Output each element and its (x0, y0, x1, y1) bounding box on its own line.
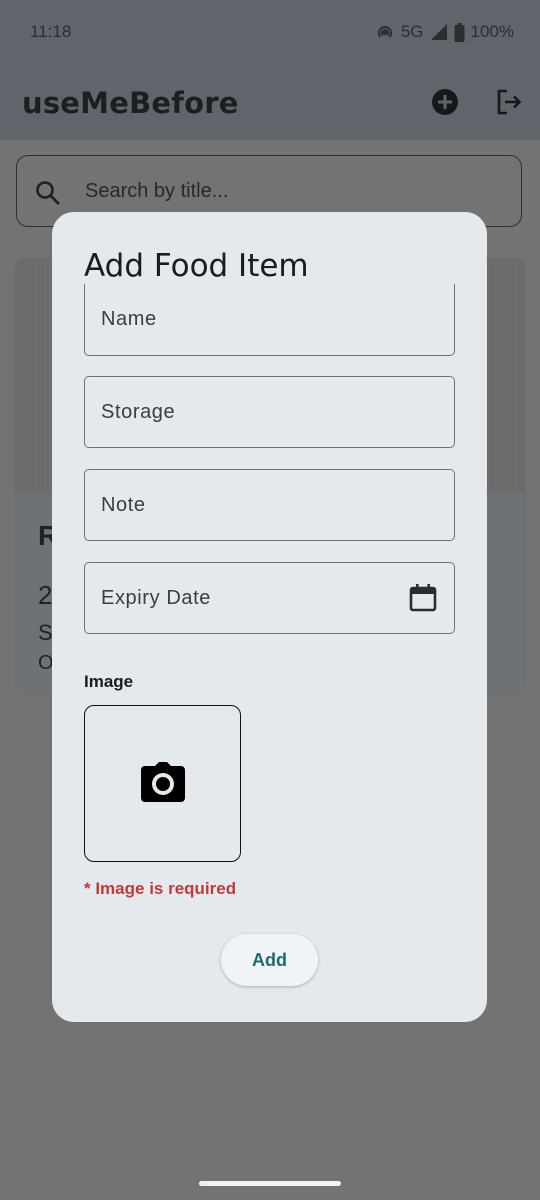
dialog-title: Add Food Item (84, 248, 309, 284)
image-required-error: * Image is required (84, 879, 237, 898)
hotspot-icon (377, 26, 392, 38)
name-field-label: Name (101, 308, 157, 330)
image-picker[interactable] (84, 705, 241, 862)
app-title: useMeBefore (22, 86, 239, 120)
status-icons: 5G 100% (375, 22, 514, 42)
search-input[interactable]: Search by title... (85, 180, 228, 203)
storage-field[interactable]: Storage (84, 376, 455, 448)
home-indicator[interactable] (199, 1181, 341, 1186)
network-label: 5G (400, 22, 424, 41)
image-label: Image (84, 672, 134, 691)
storage-field-label: Storage (101, 401, 176, 423)
note-field-label: Note (101, 494, 146, 516)
app-bar: useMeBefore (0, 64, 540, 140)
battery-icon (454, 22, 465, 42)
card-line-2: S (38, 620, 53, 645)
add-button[interactable]: Add (221, 934, 318, 986)
status-time: 11:18 (30, 22, 72, 41)
expiry-date-field-label: Expiry Date (101, 587, 211, 609)
add-food-dialog: Add Food Item Name Storage Note Expiry D… (52, 212, 487, 1022)
note-field[interactable]: Note (84, 469, 455, 541)
card-line-1: 2 (38, 580, 53, 610)
name-field[interactable]: Name (84, 284, 455, 356)
add-circle-icon[interactable] (431, 88, 459, 116)
camera-icon (141, 762, 185, 802)
calendar-icon[interactable] (408, 583, 438, 613)
expiry-date-field[interactable]: Expiry Date (84, 562, 455, 634)
search-icon (36, 181, 60, 205)
signal-icon (430, 24, 447, 40)
status-bar: 11:18 5G 100% (0, 0, 540, 64)
battery-label: 100% (470, 22, 514, 41)
logout-icon[interactable] (495, 88, 523, 116)
